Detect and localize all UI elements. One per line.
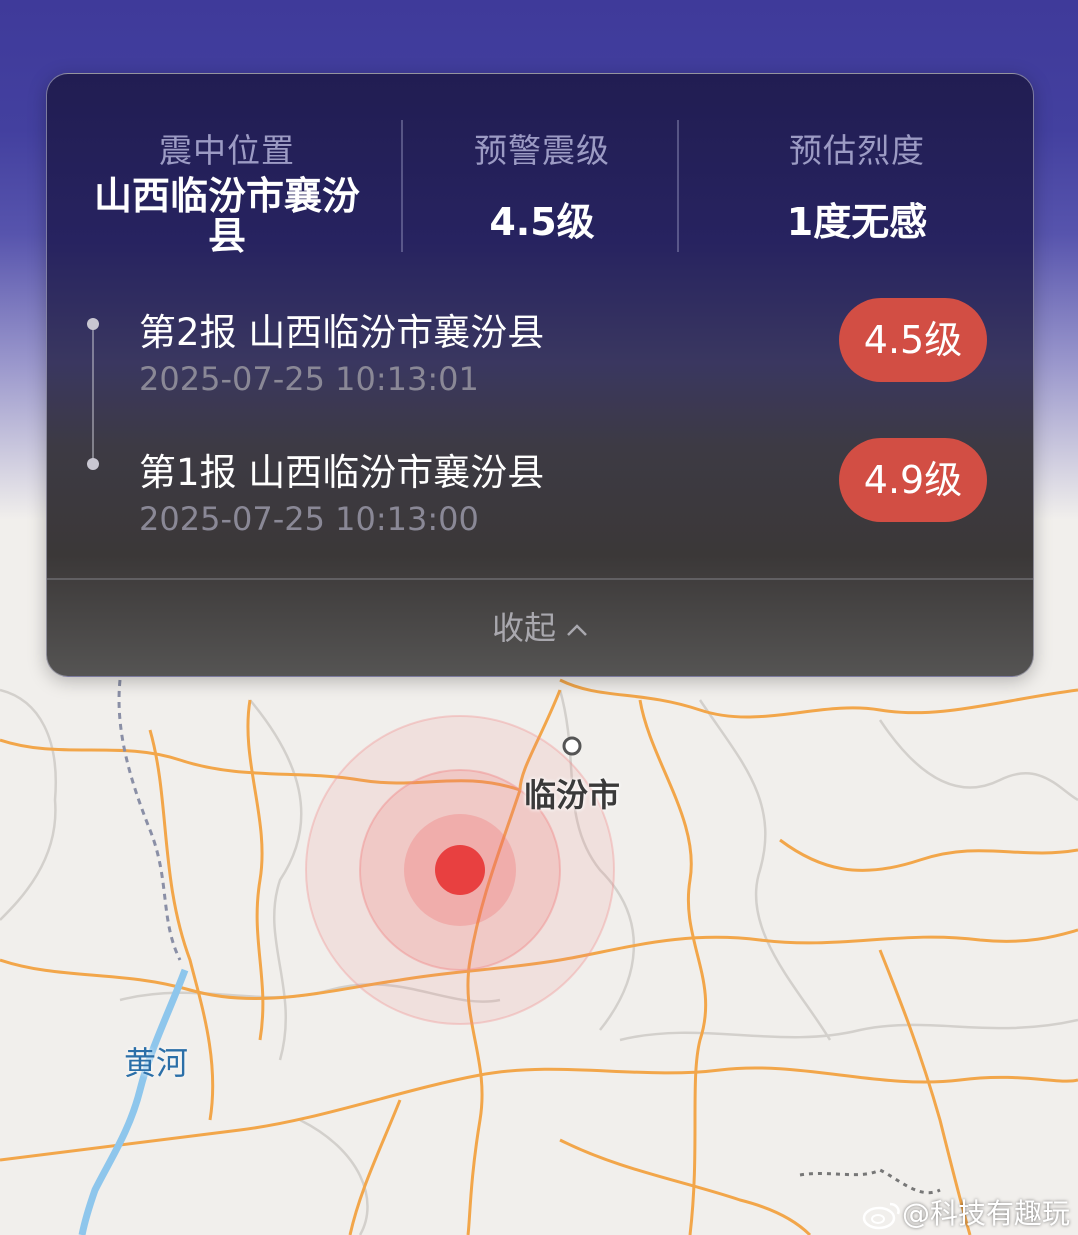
weibo-icon — [862, 1202, 900, 1230]
report-title: 第1报 山西临汾市襄汾县 — [139, 451, 545, 494]
river-label: 黄河 — [124, 1044, 189, 1082]
timeline-dot — [87, 318, 99, 330]
magnitude-badge: 4.9级 — [839, 438, 987, 522]
intensity-value: 1度无感 — [786, 200, 928, 244]
timeline-dot — [87, 458, 99, 470]
magnitude-label: 预警震级 — [474, 131, 610, 170]
report-time: 2025-07-25 10:13:00 — [139, 500, 479, 538]
magnitude-badge: 4.5级 — [839, 298, 987, 382]
report-time: 2025-07-25 10:13:01 — [139, 360, 479, 398]
epicenter-value: 山西临汾市襄汾县 — [93, 174, 360, 258]
collapse-button[interactable]: 收起 — [47, 580, 1033, 676]
epicenter-label: 震中位置 — [159, 131, 295, 170]
epicenter-column: 震中位置 山西临汾市襄汾县 — [77, 124, 377, 256]
collapse-label: 收起 — [491, 609, 556, 647]
summary-row: 震中位置 山西临汾市襄汾县 预警震级 4.5级 预估烈度 1度无感 — [47, 74, 1033, 274]
report-item[interactable]: 第1报 山西临汾市襄汾县 2025-07-25 10:13:00 4.9级 — [47, 434, 1033, 554]
report-item[interactable]: 第2报 山西临汾市襄汾县 2025-07-25 10:13:01 4.5级 — [47, 294, 1033, 414]
divider — [677, 120, 679, 252]
epicenter-marker — [305, 715, 615, 1025]
intensity-column: 预估烈度 1度无感 — [707, 124, 1007, 242]
chevron-up-icon — [567, 624, 587, 636]
magnitude-value: 4.5级 — [489, 200, 595, 244]
magnitude-column: 预警震级 4.5级 — [387, 124, 697, 242]
intensity-label: 预估烈度 — [789, 131, 925, 170]
city-marker — [562, 736, 582, 756]
watermark: @科技有趣玩 — [862, 1192, 1070, 1232]
watermark-text: @科技有趣玩 — [902, 1197, 1071, 1230]
earthquake-alert-panel: 震中位置 山西临汾市襄汾县 预警震级 4.5级 预估烈度 1度无感 第2报 山西… — [46, 73, 1034, 677]
city-label: 临汾市 — [524, 776, 621, 814]
report-title: 第2报 山西临汾市襄汾县 — [139, 311, 545, 354]
